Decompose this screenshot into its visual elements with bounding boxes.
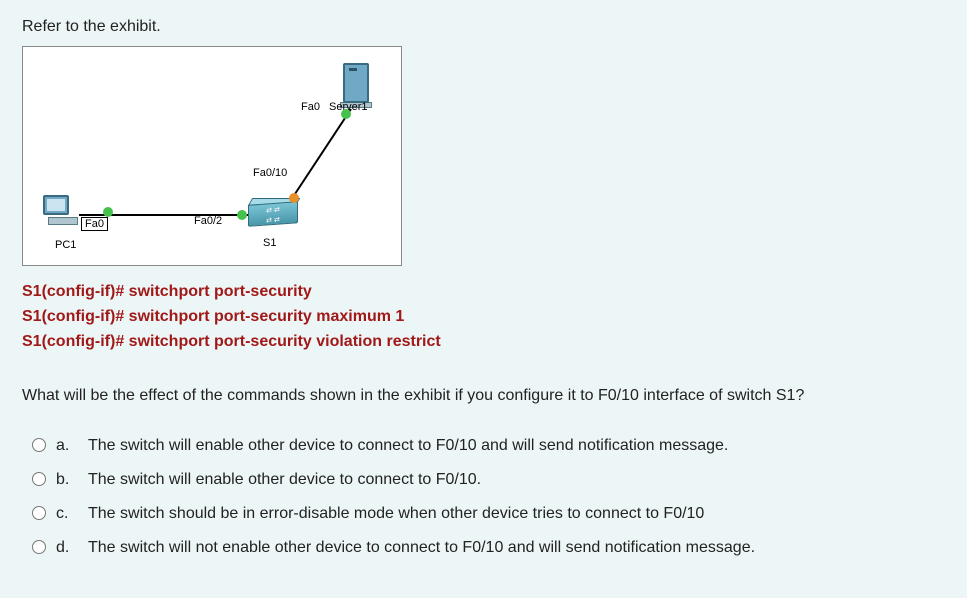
link-status-server-icon [341,109,351,119]
link-status-switch-left-icon [237,210,247,220]
option-text: The switch will enable other device to c… [88,434,728,458]
link-status-switch-up-icon [289,193,299,203]
option-d[interactable]: d. The switch will not enable other devi… [32,536,945,560]
cli-config-block: S1(config-if)# switchport port-security … [22,280,945,354]
switch-port-left-label: Fa0/2 [194,215,222,227]
option-b-radio[interactable] [32,472,46,486]
intro-text: Refer to the exhibit. [22,18,945,36]
option-c-radio[interactable] [32,506,46,520]
option-letter: a. [56,434,78,458]
option-a-radio[interactable] [32,438,46,452]
option-text: The switch will enable other device to c… [88,468,481,492]
switch-icon: ⇄ ⇄⇄ ⇄ [248,203,298,227]
option-a[interactable]: a. The switch will enable other device t… [32,434,945,458]
cli-line: S1(config-if)# switchport port-security … [22,305,945,330]
option-text: The switch will not enable other device … [88,536,755,560]
link-status-pc-icon [103,207,113,217]
option-c[interactable]: c. The switch should be in error-disable… [32,502,945,526]
pc-port-label: Fa0 [81,217,108,231]
option-text: The switch should be in error-disable mo… [88,502,704,526]
switch-device-label: S1 [263,237,276,249]
cli-line: S1(config-if)# switchport port-security [22,280,945,305]
pc-device-label: PC1 [55,239,76,251]
option-letter: d. [56,536,78,560]
option-b[interactable]: b. The switch will enable other device t… [32,468,945,492]
option-letter: c. [56,502,78,526]
pc-icon [43,195,83,235]
options-group: a. The switch will enable other device t… [32,434,945,560]
cli-line: S1(config-if)# switchport port-security … [22,330,945,355]
question-text: What will be the effect of the commands … [22,384,945,408]
switch-port-up-label: Fa0/10 [253,167,287,179]
option-d-radio[interactable] [32,540,46,554]
server-port-label: Fa0 [301,101,320,113]
exhibit-diagram: Fa0 PC1 ⇄ ⇄⇄ ⇄ Fa0/2 Fa0/10 S1 Fa0 Serve… [22,46,402,266]
option-letter: b. [56,468,78,492]
